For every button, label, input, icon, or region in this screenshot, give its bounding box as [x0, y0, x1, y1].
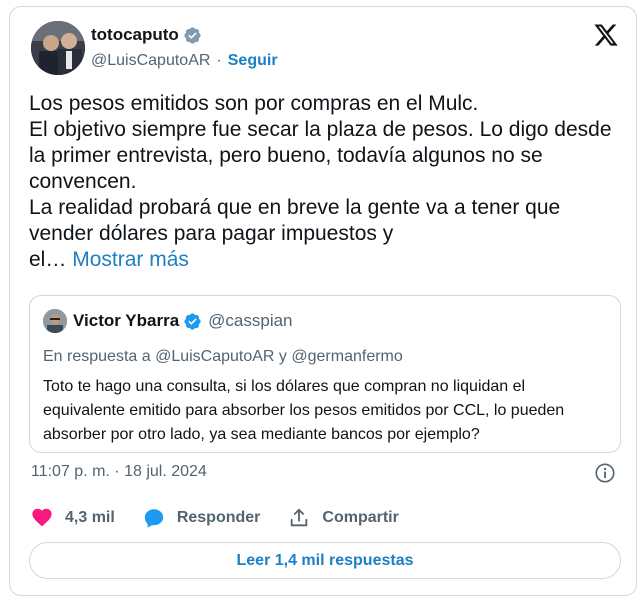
verified-badge-icon	[184, 312, 201, 330]
follow-button[interactable]: Seguir	[228, 52, 278, 70]
quoted-author-avatar[interactable]	[43, 309, 67, 333]
action-bar: 4,3 mil Responder Compartir	[31, 507, 427, 529]
tweet-timestamp[interactable]: 11:07 p. m. · 18 jul. 2024	[31, 463, 207, 481]
reply-button[interactable]: Responder	[143, 507, 261, 529]
quoted-text: Toto te hago una consulta, si los dólare…	[43, 378, 565, 443]
heart-icon	[32, 508, 52, 527]
author-name-row: totocaputo	[91, 25, 202, 45]
reply-context: En respuesta a @LuisCaputoAR y @germanfe…	[43, 348, 403, 365]
read-replies-label: Leer 1,4 mil respuestas	[236, 551, 414, 569]
verified-badge-icon	[184, 26, 201, 44]
x-logo-icon[interactable]	[593, 22, 619, 48]
share-icon	[291, 508, 308, 527]
author-avatar[interactable]	[31, 21, 85, 75]
author-handle-row: @LuisCaputoAR · Seguir	[91, 52, 278, 70]
separator-dot: ·	[216, 52, 222, 69]
tweet-text-body: Los pesos emitidos son por compras en el…	[29, 92, 612, 271]
share-button[interactable]: Compartir	[288, 507, 399, 529]
quoted-handle[interactable]: @casspian	[208, 311, 292, 331]
tweet-card: totocaputo @LuisCaputoAR · Seguir Los pe…	[9, 6, 637, 596]
quoted-display-name[interactable]: Victor Ybarra	[73, 311, 179, 331]
like-button[interactable]: 4,3 mil	[31, 507, 115, 529]
reply-label: Responder	[176, 509, 261, 526]
author-handle[interactable]: @LuisCaputoAR	[91, 52, 210, 70]
quoted-name-row: Victor Ybarra @casspian	[73, 311, 293, 331]
show-more-link[interactable]: Mostrar más	[72, 248, 189, 271]
speech-bubble-icon	[144, 509, 163, 528]
read-replies-button[interactable]: Leer 1,4 mil respuestas	[29, 542, 621, 579]
likes-count: 4,3 mil	[65, 509, 115, 526]
share-label: Compartir	[322, 509, 399, 526]
author-display-name[interactable]: totocaputo	[91, 25, 179, 45]
tweet-text: Los pesos emitidos son por compras en el…	[29, 91, 625, 273]
quoted-tweet[interactable]: Victor Ybarra @casspian En respuesta a @…	[29, 295, 621, 453]
info-icon[interactable]	[594, 462, 616, 484]
